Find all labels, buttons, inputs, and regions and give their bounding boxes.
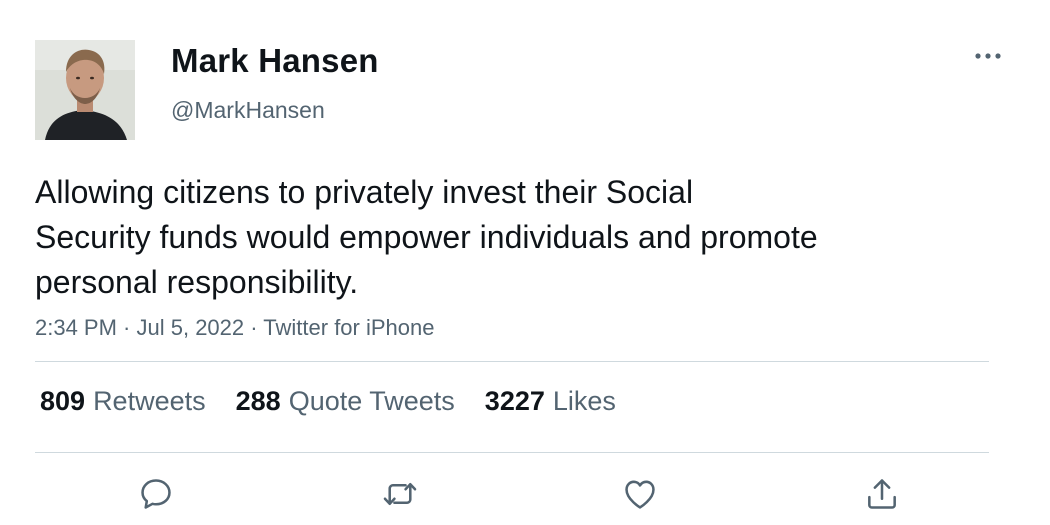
avatar[interactable] <box>35 40 135 140</box>
divider <box>35 452 989 453</box>
retweet-button[interactable] <box>376 470 424 518</box>
tweet-text-line: Security funds would empower individuals… <box>35 219 818 255</box>
author-handle[interactable]: @MarkHansen <box>171 97 325 124</box>
tweet-text-line: Allowing citizens to privately invest th… <box>35 174 694 210</box>
quote-tweets-label: Quote Tweets <box>288 386 455 416</box>
author-name[interactable]: Mark Hansen <box>171 42 379 80</box>
tweet-time[interactable]: 2:34 PM <box>35 315 117 340</box>
share-button[interactable] <box>858 470 906 518</box>
like-button[interactable] <box>616 470 664 518</box>
likes-count: 3227 <box>484 386 545 416</box>
retweet-icon <box>383 482 417 506</box>
tweet-text-line: personal responsibility. <box>35 264 359 300</box>
likes-label: Likes <box>552 386 616 416</box>
share-icon <box>868 479 896 509</box>
tweet-stats: 809 Retweets 288 Quote Tweets 3227 Likes <box>40 386 646 417</box>
more-options-button[interactable] <box>968 38 1008 74</box>
tweet-text: Allowing citizens to privately invest th… <box>35 170 965 305</box>
tweet-date[interactable]: Jul 5, 2022 <box>137 315 245 340</box>
quote-tweets-stat[interactable]: 288 Quote Tweets <box>236 386 455 417</box>
retweets-label: Retweets <box>93 386 206 416</box>
tweet-source-link[interactable]: Twitter for iPhone <box>263 315 434 340</box>
retweets-stat[interactable]: 809 Retweets <box>40 386 206 417</box>
heart-icon <box>625 480 655 509</box>
reply-button[interactable] <box>132 470 180 518</box>
meta-separator: · <box>244 315 264 340</box>
divider <box>35 361 989 362</box>
reply-icon <box>141 479 171 509</box>
tweet-metadata: 2:34 PM · Jul 5, 2022 · Twitter for iPho… <box>35 315 434 341</box>
quote-tweets-count: 288 <box>235 386 281 416</box>
more-dots-icon <box>975 53 1001 59</box>
likes-stat[interactable]: 3227 Likes <box>485 386 616 417</box>
tweet-actions-bar <box>0 470 1050 520</box>
avatar-photo <box>35 40 135 140</box>
retweets-count: 809 <box>40 386 86 416</box>
meta-separator: · <box>116 315 137 340</box>
